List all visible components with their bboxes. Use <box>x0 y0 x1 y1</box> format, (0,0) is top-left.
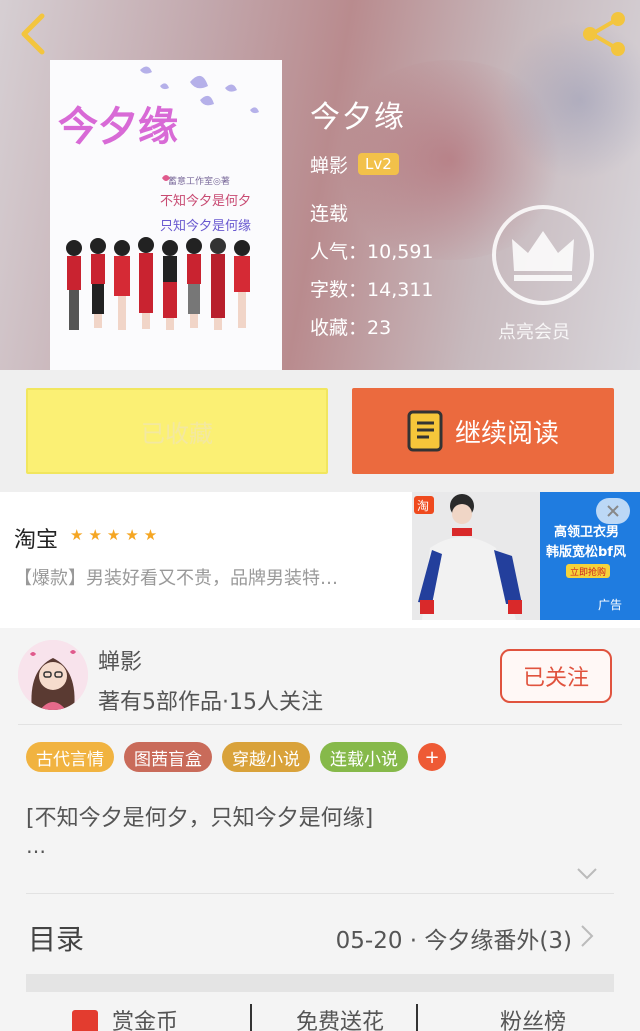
svg-text:淘: 淘 <box>417 499 429 513</box>
author-row: 蝉影 Lv2 <box>310 150 399 178</box>
divider <box>18 724 622 725</box>
chevron-down-icon[interactable] <box>576 866 598 885</box>
continue-reading-label: 继续阅读 <box>454 418 559 449</box>
book-title: 今夕缘 <box>310 100 406 135</box>
avatar[interactable] <box>18 640 88 710</box>
book-intro: [不知今夕是何夕，只知今夕是何缘] <box>26 806 374 831</box>
action-bar: 已收藏 继续阅读 <box>0 370 640 492</box>
divider <box>416 1004 418 1031</box>
book-icon <box>407 410 443 452</box>
fan-ranking[interactable]: 粉丝榜 <box>500 1004 566 1031</box>
tag-item[interactable]: 古代言情 <box>26 742 114 772</box>
chevron-right-icon[interactable] <box>580 924 594 952</box>
cover-title-art: 今夕缘 <box>58 104 178 150</box>
author-name[interactable]: 蝉影 <box>310 151 348 178</box>
svg-text:高领卫衣男: 高领卫衣男 <box>554 524 619 540</box>
tag-item[interactable]: 连载小说 <box>320 742 408 772</box>
intro-ellipsis: … <box>26 834 46 858</box>
tag-item[interactable]: 穿越小说 <box>222 742 310 772</box>
divider <box>250 1004 252 1031</box>
ad-brand: 淘宝 <box>14 528 59 553</box>
back-icon[interactable] <box>14 12 54 56</box>
book-header: 今夕缘 蓄意工作室◎著 不知今夕是何夕 只知今夕是何缘 今夕缘 蝉影 Lv2 连… <box>0 0 640 370</box>
reward-coins[interactable]: 赏金币 <box>112 1004 178 1031</box>
tag-list: 古代言情 图茜盲盒 穿越小说 连载小说 + <box>26 742 446 772</box>
divider <box>26 893 614 894</box>
popularity: 人气：10,591 <box>310 241 434 263</box>
section-separator <box>26 974 614 992</box>
toc-latest-chapter[interactable]: 05-20 · 今夕缘番外(3) <box>336 921 572 955</box>
continue-reading-button[interactable]: 继续阅读 <box>352 388 614 474</box>
book-cover[interactable]: 今夕缘 蓄意工作室◎著 不知今夕是何夕 只知今夕是何缘 <box>50 60 282 370</box>
coin-icon <box>72 1010 98 1031</box>
svg-text:立即抢购: 立即抢购 <box>570 566 606 578</box>
serial-status: 连载 <box>310 203 349 225</box>
author-card-name[interactable]: 蝉影 <box>98 644 142 676</box>
word-count: 字数：14,311 <box>310 279 434 301</box>
svg-text:韩版宽松bf风: 韩版宽松bf风 <box>546 544 626 560</box>
favorites-count: 收藏：23 <box>310 317 392 339</box>
add-tag-button[interactable]: + <box>418 743 446 771</box>
follow-button[interactable]: 已关注 <box>500 649 612 703</box>
ad-banner[interactable]: 淘宝 ★★★★★ 【爆款】男装好看又不贵，品牌男装特… 淘 高领卫衣男 韩版宽松… <box>0 492 640 628</box>
rating-stars: ★★★★★ <box>70 526 163 544</box>
toc-label[interactable]: 目录 <box>28 918 84 958</box>
bottom-actions: 赏金币 免费送花 粉丝榜 <box>0 1004 640 1031</box>
svg-text:只知今夕是何缘: 只知今夕是何缘 <box>160 218 251 234</box>
level-badge: Lv2 <box>358 153 399 175</box>
svg-text:不知今夕是何夕: 不知今夕是何夕 <box>160 193 251 209</box>
send-flowers[interactable]: 免费送花 <box>296 1004 384 1031</box>
svg-text:蓄意工作室◎著: 蓄意工作室◎著 <box>168 175 230 187</box>
close-icon[interactable] <box>596 498 630 524</box>
share-icon[interactable] <box>578 10 630 58</box>
author-stats: 著有5部作品·15人关注 <box>98 690 323 715</box>
saved-button[interactable]: 已收藏 <box>26 388 328 474</box>
vip-label[interactable]: 点亮会员 <box>498 318 570 344</box>
tag-item[interactable]: 图茜盲盒 <box>124 742 212 772</box>
crown-icon[interactable] <box>492 205 594 305</box>
ad-description: 【爆款】男装好看又不贵，品牌男装特… <box>14 568 338 589</box>
ad-tag: 广告 <box>598 598 623 612</box>
author-section: 蝉影 著有5部作品·15人关注 已关注 古代言情 图茜盲盒 穿越小说 连载小说 … <box>0 628 640 1031</box>
